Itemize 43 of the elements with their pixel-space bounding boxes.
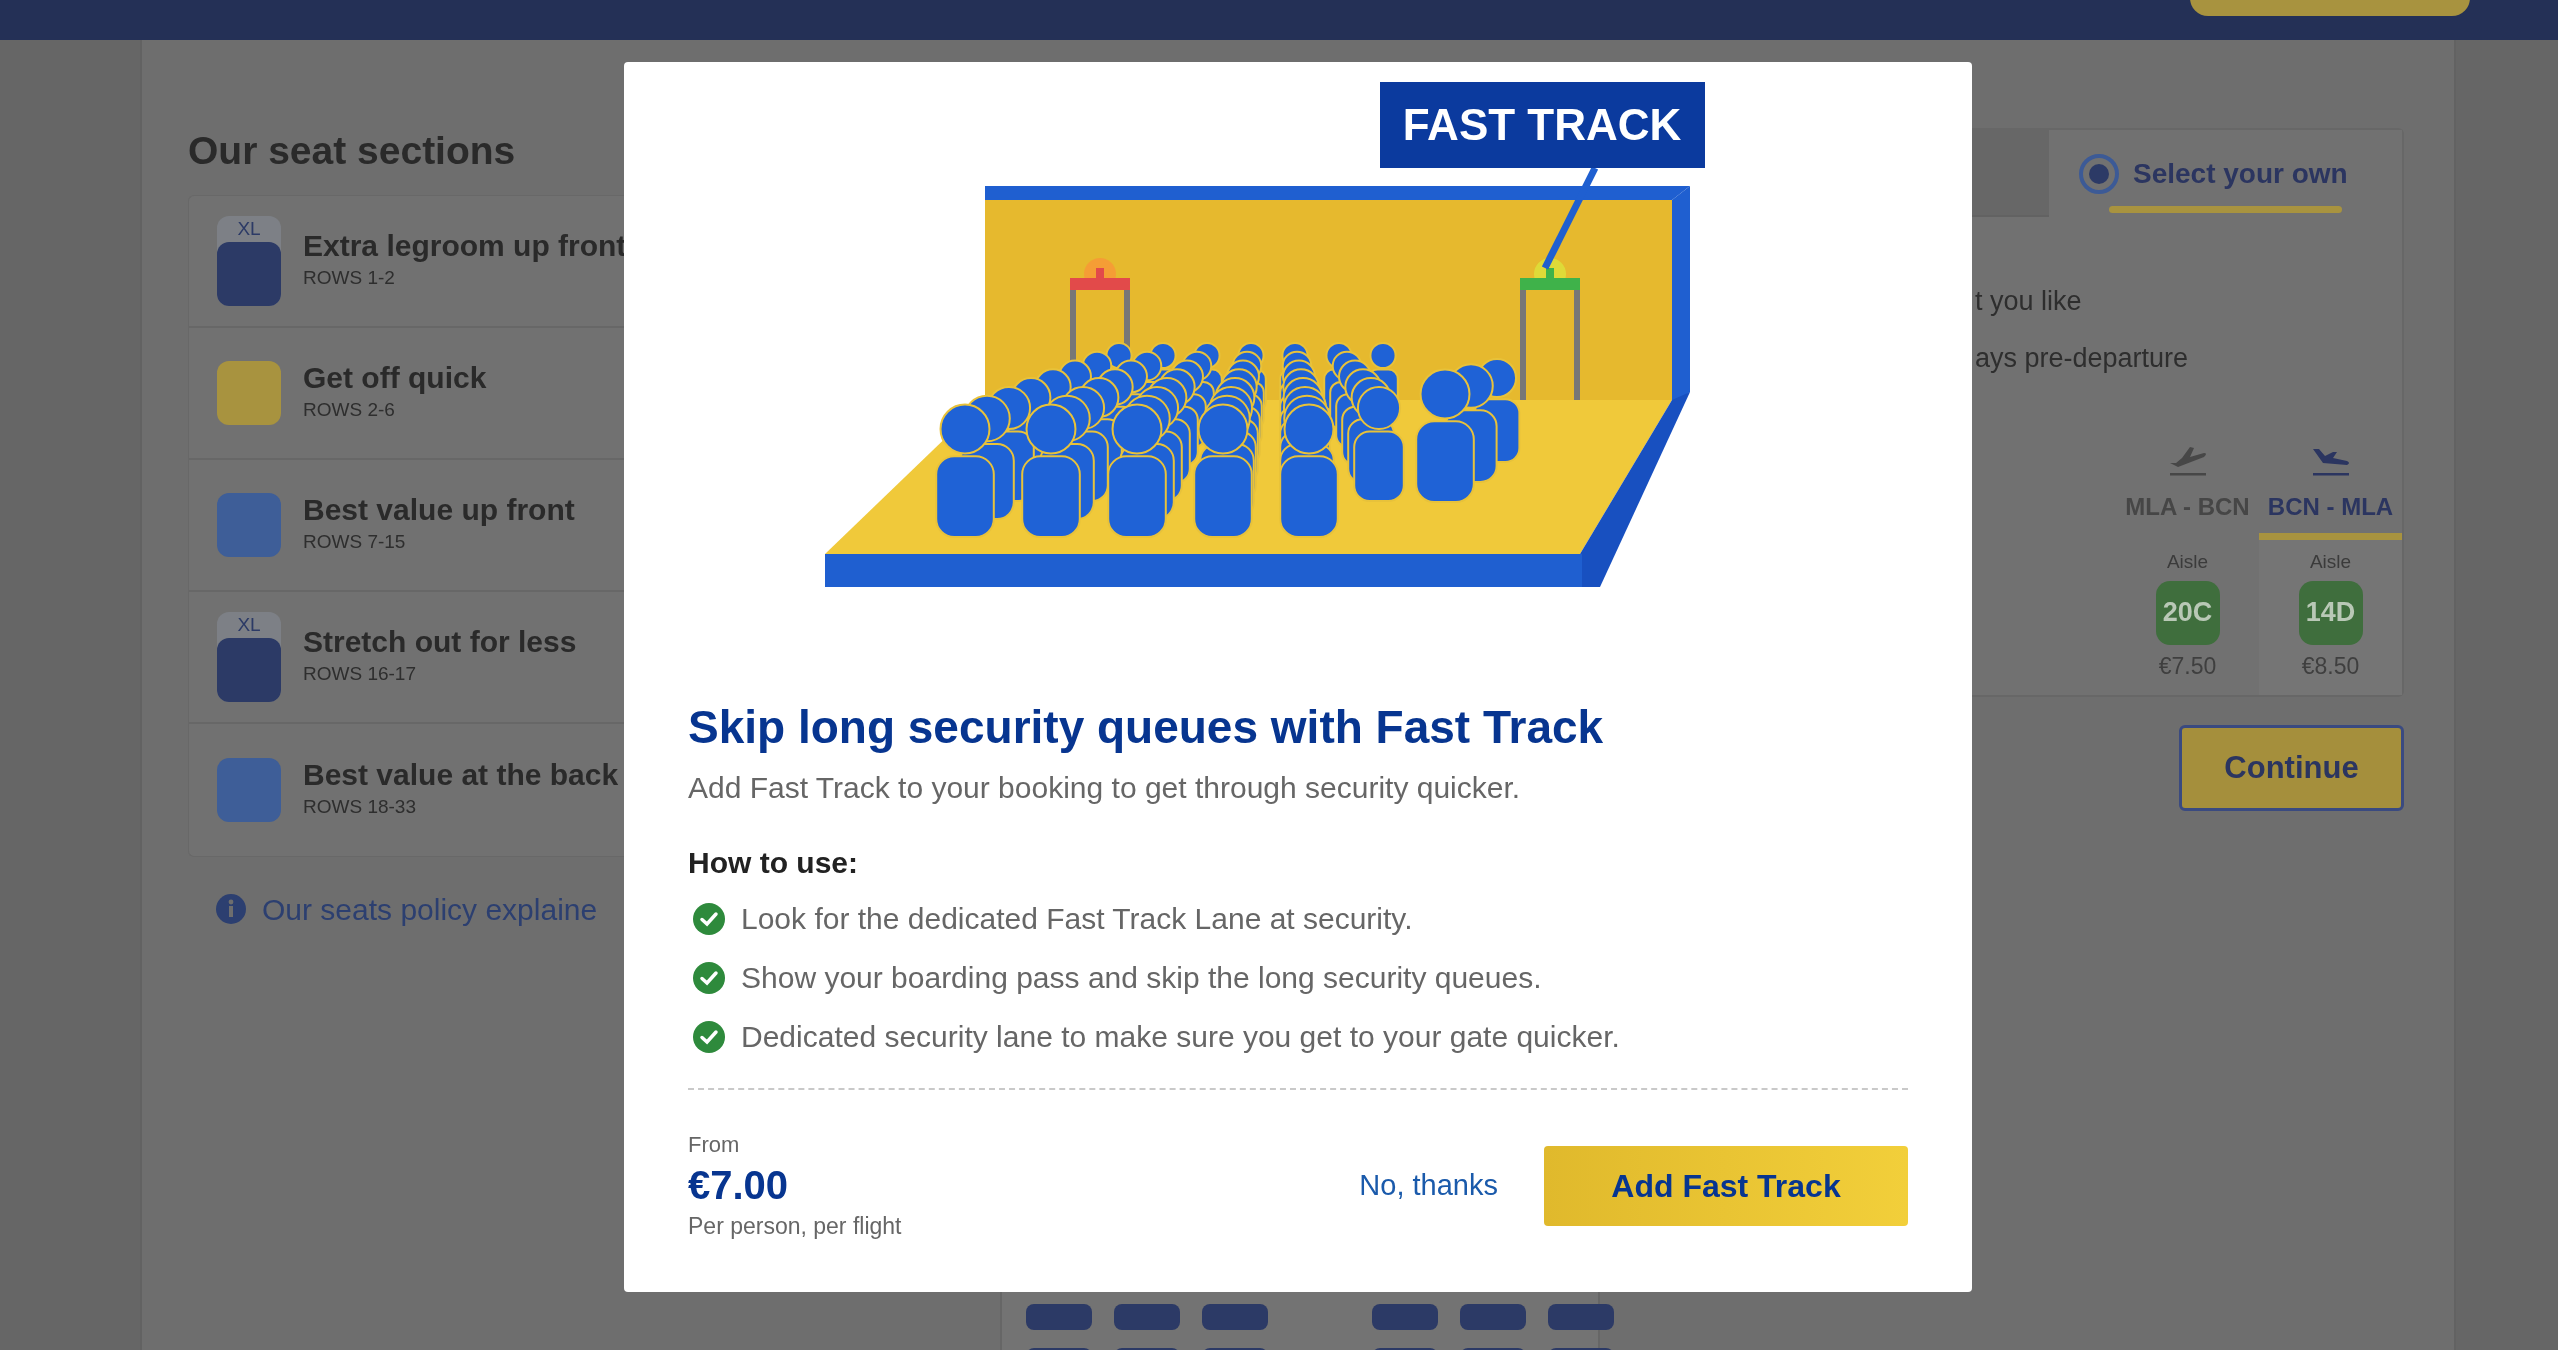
decline-link[interactable]: No, thanks — [1355, 1164, 1502, 1208]
continue-button[interactable]: Continue — [2179, 725, 2404, 811]
dialog-subtitle: Add Fast Track to your booking to get through security quicker. — [688, 770, 1522, 807]
seat-icon: XL — [217, 215, 281, 306]
seat[interactable] — [1026, 1304, 1092, 1330]
section-rows: ROWS 18-33 — [303, 792, 619, 822]
price-value: €7.00 — [688, 1162, 790, 1210]
section-rows: ROWS 2-6 — [303, 395, 487, 425]
seat-number: 20C — [2155, 580, 2220, 645]
seat[interactable] — [1372, 1304, 1438, 1330]
check-icon — [693, 902, 725, 935]
section-name: Extra legroom up front — [303, 229, 627, 264]
price-note: Per person, per flight — [688, 1212, 902, 1242]
section-heading: How to use: — [688, 845, 859, 882]
section-heading: Our seat sections — [188, 128, 517, 174]
option-text: t you like — [1975, 285, 2083, 318]
seat-position: Aisle — [2309, 550, 2352, 574]
step-text: Dedicated security lane to make sure you get to your gate quicker. — [741, 1019, 1620, 1056]
price-prefix: From — [688, 1131, 741, 1160]
policy-link[interactable]: Our seats policy explaine — [262, 886, 598, 932]
section-name: Stretch out for less — [303, 625, 577, 660]
section-name: Best value up front — [303, 493, 575, 528]
option-text: ays pre-departure — [1975, 342, 2190, 375]
check-icon — [693, 961, 725, 994]
seat[interactable] — [1114, 1304, 1180, 1330]
seat[interactable] — [1548, 1304, 1614, 1330]
add-fast-track-button[interactable]: Add Fast Track — [1544, 1145, 1908, 1226]
radio-button[interactable] — [2079, 153, 2119, 194]
fast-track-sign: FAST TRACK — [1380, 82, 1705, 168]
seat-number: 14D — [2298, 580, 2363, 645]
section-rows: ROWS 16-17 — [303, 659, 577, 689]
section-rows: ROWS 1-2 — [303, 263, 627, 293]
section-rows: ROWS 7-15 — [303, 527, 575, 557]
step-text: Look for the dedicated Fast Track Lane at security. — [741, 901, 1413, 938]
seat[interactable] — [1460, 1304, 1526, 1330]
check-icon — [693, 1020, 725, 1053]
dialog-title: Skip long security queues with Fast Track — [688, 700, 1605, 755]
section-name: Get off quick — [303, 361, 487, 396]
info-icon — [216, 894, 246, 925]
section-name: Best value at the back — [303, 758, 619, 793]
seat[interactable] — [1202, 1304, 1268, 1330]
step-text: Show your boarding pass and skip the long security queues. — [741, 960, 1542, 997]
seat-icon: XL — [217, 611, 281, 702]
